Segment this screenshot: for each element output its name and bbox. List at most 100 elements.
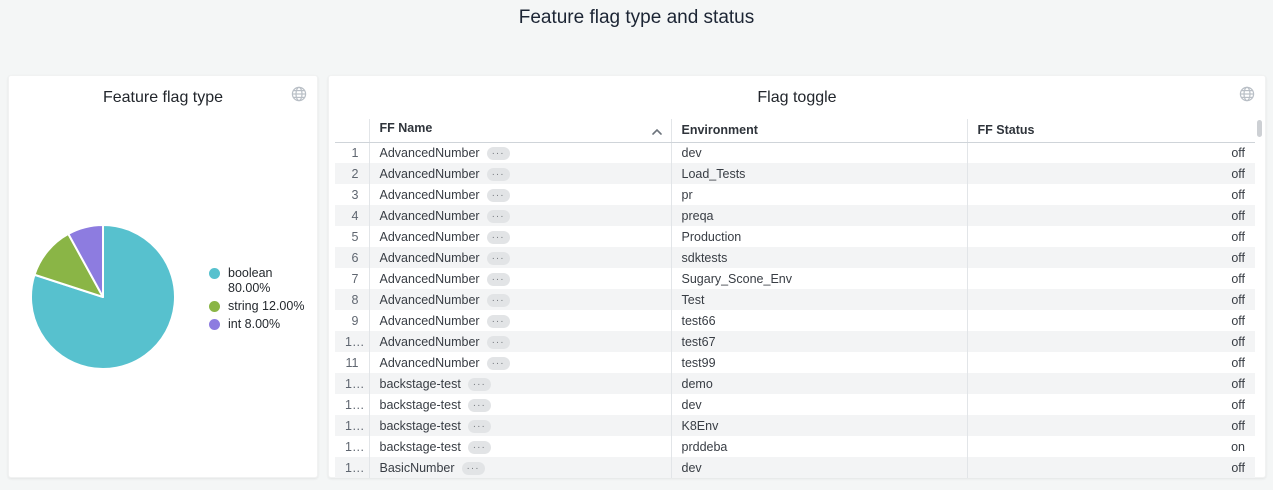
row-number: 9 <box>335 310 369 331</box>
ff-name-text: backstage-test <box>380 440 461 454</box>
table-row: 14backstage-test···K8Envoff <box>335 415 1255 436</box>
cell-ff-name: BasicNumber ··· <box>369 457 671 478</box>
row-ellipsis-icon[interactable]: ··· <box>487 273 510 286</box>
ff-name-text: AdvancedNumber <box>380 167 480 181</box>
cell-ff-name: backstage-test ··· <box>369 436 671 457</box>
cell-ff-status: off <box>967 289 1255 310</box>
pie-chart <box>28 222 178 372</box>
row-number: 7 <box>335 268 369 289</box>
row-ellipsis-icon[interactable]: ··· <box>468 441 491 454</box>
cell-ff-status: off <box>967 352 1255 373</box>
cell-ff-name: AdvancedNumber ··· <box>369 352 671 373</box>
cell-environment: sdktests <box>671 247 967 268</box>
cell-ff-status: off <box>967 226 1255 247</box>
cell-ff-status: off <box>967 394 1255 415</box>
row-ellipsis-icon[interactable]: ··· <box>487 168 510 181</box>
ff-name-text: AdvancedNumber <box>380 251 480 265</box>
row-ellipsis-icon[interactable]: ··· <box>462 462 485 475</box>
header-environment[interactable]: Environment <box>671 119 967 142</box>
table-row: 7 AdvancedNumber ··· Sugary_Scone_Envoff <box>335 268 1255 289</box>
row-number: 11 <box>335 352 369 373</box>
row-ellipsis-icon[interactable]: ··· <box>468 399 491 412</box>
header-ff-status[interactable]: FF Status <box>967 119 1255 142</box>
cell-ff-name: AdvancedNumber··· <box>369 331 671 352</box>
cell-ff-name: AdvancedNumber ··· <box>369 163 671 184</box>
cell-ff-name: backstage-test ··· <box>369 394 671 415</box>
table-row: 11 AdvancedNumber ··· test99off <box>335 352 1255 373</box>
cell-environment: K8Env <box>671 415 967 436</box>
sort-ascending-icon[interactable] <box>651 125 663 139</box>
legend-item-int[interactable]: int 8.00% <box>209 317 304 332</box>
cell-ff-name: backstage-test ··· <box>369 415 671 436</box>
ff-name-text: AdvancedNumber <box>380 356 480 370</box>
header-ff-name-label: FF Name <box>380 121 433 135</box>
cell-environment: test99 <box>671 352 967 373</box>
row-number: 16 <box>335 457 369 478</box>
cell-environment: Sugary_Scone_Env <box>671 268 967 289</box>
row-ellipsis-icon[interactable]: ··· <box>487 315 510 328</box>
cell-ff-status: off <box>967 142 1255 163</box>
legend-label: int 8.00% <box>228 317 280 332</box>
legend-color-dot <box>209 319 220 330</box>
cell-ff-status: off <box>967 331 1255 352</box>
table-row: 9 AdvancedNumber ··· test66off <box>335 310 1255 331</box>
cell-ff-status: off <box>967 184 1255 205</box>
table-row: 6AdvancedNumber···sdktestsoff <box>335 247 1255 268</box>
row-ellipsis-icon[interactable]: ··· <box>487 252 510 265</box>
row-ellipsis-icon[interactable]: ··· <box>487 357 510 370</box>
row-ellipsis-icon[interactable]: ··· <box>487 147 510 160</box>
cell-ff-name: AdvancedNumber ··· <box>369 310 671 331</box>
ff-name-text: backstage-test <box>380 419 461 433</box>
ff-name-text: backstage-test <box>380 398 461 412</box>
panel-title: Flag toggle <box>329 89 1265 107</box>
cell-ff-name: backstage-test··· <box>369 373 671 394</box>
ff-name-text: AdvancedNumber <box>380 146 480 160</box>
row-number: 2 <box>335 163 369 184</box>
panel-links-globe-icon[interactable] <box>1239 86 1255 102</box>
legend-item-boolean[interactable]: boolean80.00% <box>209 266 304 296</box>
header-ff-name[interactable]: FF Name <box>369 119 671 142</box>
row-number: 13 <box>335 394 369 415</box>
row-ellipsis-icon[interactable]: ··· <box>487 336 510 349</box>
cell-ff-status: on <box>967 436 1255 457</box>
row-ellipsis-icon[interactable]: ··· <box>468 378 491 391</box>
row-number: 6 <box>335 247 369 268</box>
ff-name-text: AdvancedNumber <box>380 188 480 202</box>
cell-ff-status: off <box>967 268 1255 289</box>
row-number: 5 <box>335 226 369 247</box>
cell-environment: dev <box>671 457 967 478</box>
ff-name-text: AdvancedNumber <box>380 209 480 223</box>
row-ellipsis-icon[interactable]: ··· <box>487 189 510 202</box>
row-ellipsis-icon[interactable]: ··· <box>487 231 510 244</box>
pie-svg <box>28 222 178 372</box>
row-number: 10 <box>335 331 369 352</box>
panel-title: Feature flag type <box>9 89 317 107</box>
cell-environment: test66 <box>671 310 967 331</box>
table-row: 5AdvancedNumber···Productionoff <box>335 226 1255 247</box>
table-row: 4AdvancedNumber···preqaoff <box>335 205 1255 226</box>
legend-label: string 12.00% <box>228 299 304 314</box>
legend-item-string[interactable]: string 12.00% <box>209 299 304 314</box>
vertical-scrollbar-thumb[interactable] <box>1257 120 1262 137</box>
cell-ff-status: off <box>967 310 1255 331</box>
legend-label: boolean80.00% <box>228 266 273 296</box>
table-row: 10AdvancedNumber···test67off <box>335 331 1255 352</box>
row-ellipsis-icon[interactable]: ··· <box>487 210 510 223</box>
flag-table: FF Name Environment FF Status 1AdvancedN… <box>335 119 1255 478</box>
ff-name-text: AdvancedNumber <box>380 272 480 286</box>
cell-environment: prddeba <box>671 436 967 457</box>
table-row: 13backstage-test···devoff <box>335 394 1255 415</box>
table-row: 15 backstage-test ··· prddebaon <box>335 436 1255 457</box>
ff-name-text: BasicNumber <box>380 461 455 475</box>
cell-environment: Test <box>671 289 967 310</box>
cell-ff-name: AdvancedNumber ··· <box>369 205 671 226</box>
row-ellipsis-icon[interactable]: ··· <box>468 420 491 433</box>
panel-links-globe-icon[interactable] <box>291 86 307 102</box>
cell-ff-name: AdvancedNumber··· <box>369 226 671 247</box>
ff-name-text: AdvancedNumber <box>380 314 480 328</box>
row-number: 15 <box>335 436 369 457</box>
cell-environment: test67 <box>671 331 967 352</box>
cell-environment: demo <box>671 373 967 394</box>
panel-feature-flag-type: Feature flag type boolean80.00% string 12… <box>8 75 318 478</box>
row-ellipsis-icon[interactable]: ··· <box>487 294 510 307</box>
